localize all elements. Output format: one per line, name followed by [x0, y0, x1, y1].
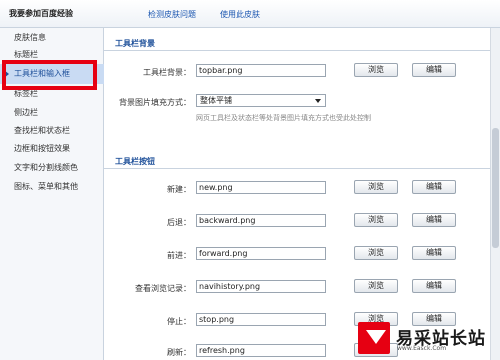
browse-button[interactable]: 浏览 [354, 180, 398, 194]
header-bar: 我要参加百度经验 检测皮肤问题 使用此皮肤 [0, 0, 500, 28]
logo-icon [358, 322, 390, 354]
fill-mode-value: 整体平铺 [200, 96, 232, 105]
edit-button[interactable]: 编辑 [412, 246, 456, 260]
sidebar-item-label: 标签栏 [14, 89, 38, 98]
edit-button[interactable]: 编辑 [412, 279, 456, 293]
fill-mode-hint: 网页工具栏及状态栏等处背景图片填充方式也受此处控制 [196, 114, 371, 122]
edit-button[interactable]: 编辑 [412, 63, 456, 77]
use-skin-link[interactable]: 使用此皮肤 [220, 9, 260, 20]
edit-button[interactable]: 编辑 [412, 213, 456, 227]
button-row-label: 新建： [167, 185, 191, 194]
stop-image-input[interactable] [196, 313, 326, 326]
section-divider [104, 168, 500, 169]
section-title-toolbar-buttons: 工具栏按钮 [115, 157, 155, 166]
refresh-image-input[interactable] [196, 344, 326, 357]
sidebar-item-text-color[interactable]: 文字和分割线颜色 [0, 158, 104, 178]
scrollbar[interactable] [490, 28, 500, 360]
toolbar-bg-input[interactable] [196, 64, 326, 77]
section-title-toolbar-bg: 工具栏背景 [115, 39, 155, 48]
sidebar-item-label: 侧边栏 [14, 108, 38, 117]
toolbar-bg-label: 工具栏背景： [143, 68, 191, 77]
button-row-label: 后退： [167, 218, 191, 227]
sidebar-item-border-button[interactable]: 边框和按钮效果 [0, 139, 104, 159]
fill-mode-select[interactable]: 整体平铺 [196, 94, 326, 107]
scrollbar-thumb[interactable] [492, 128, 499, 248]
main-panel: 工具栏背景 工具栏背景： 浏览 编辑 背景图片填充方式： 整体平铺 网页工具栏及… [104, 28, 500, 360]
arrow-down-icon [366, 330, 386, 344]
button-row-label: 刷新： [167, 348, 191, 357]
new-image-input[interactable] [196, 181, 326, 194]
button-row-label: 前进： [167, 251, 191, 260]
sidebar-item-label: 皮肤信息 [14, 33, 46, 42]
fill-mode-label: 背景图片填充方式： [119, 98, 191, 107]
browse-button[interactable]: 浏览 [354, 246, 398, 260]
page-title: 我要参加百度经验 [9, 9, 73, 18]
browse-button[interactable]: 浏览 [354, 213, 398, 227]
button-row-label: 查看浏览记录： [135, 284, 191, 293]
sidebar-item-label: 查找栏和状态栏 [14, 126, 70, 135]
sidebar-item-side-bar[interactable]: 侧边栏 [0, 103, 104, 123]
browse-button[interactable]: 浏览 [354, 63, 398, 77]
chevron-down-icon [315, 99, 321, 103]
forward-image-input[interactable] [196, 247, 326, 260]
watermark-logo: 易采站长站 www.Easck.Com [356, 318, 498, 358]
sidebar-item-icon-menu[interactable]: 图标、菜单和其他 [0, 177, 104, 197]
section-divider [104, 50, 500, 51]
sidebar-item-label: 标题栏 [14, 50, 38, 59]
sidebar-item-find-status-bar[interactable]: 查找栏和状态栏 [0, 121, 104, 141]
annotation-highlight-box [2, 60, 97, 90]
watermark-url: www.Easck.Com [397, 345, 447, 352]
edit-button[interactable]: 编辑 [412, 180, 456, 194]
sidebar-item-label: 文字和分割线颜色 [14, 163, 78, 172]
backward-image-input[interactable] [196, 214, 326, 227]
check-skin-link[interactable]: 检测皮肤问题 [148, 9, 196, 20]
browse-button[interactable]: 浏览 [354, 279, 398, 293]
history-image-input[interactable] [196, 280, 326, 293]
sidebar-item-label: 图标、菜单和其他 [14, 182, 78, 191]
sidebar-item-label: 边框和按钮效果 [14, 144, 70, 153]
button-row-label: 停止： [167, 317, 191, 326]
